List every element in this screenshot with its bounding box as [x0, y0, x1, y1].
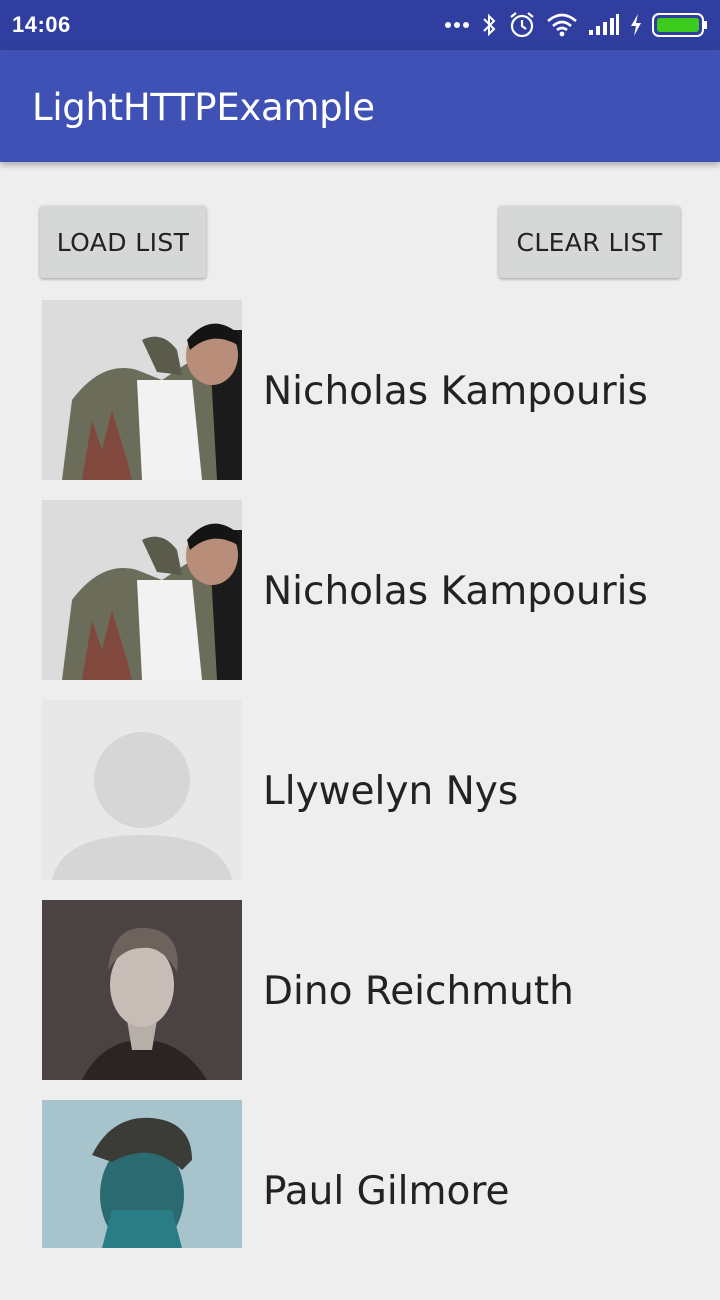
- battery-icon: [652, 13, 708, 37]
- list-item[interactable]: Nicholas Kampouris: [42, 500, 682, 680]
- list-item-name: Nicholas Kampouris: [263, 569, 648, 614]
- list-item[interactable]: Nicholas Kampouris: [42, 300, 682, 480]
- alarm-icon: [508, 11, 536, 39]
- clear-list-button[interactable]: CLEAR LIST: [499, 206, 680, 278]
- list-item[interactable]: Paul Gilmore: [42, 1100, 682, 1280]
- app-bar: LightHTTPExample: [0, 50, 720, 162]
- status-icons: [444, 10, 708, 40]
- charging-icon: [630, 14, 642, 36]
- avatar: [42, 1100, 242, 1248]
- status-time: 14:06: [12, 12, 71, 37]
- load-list-button[interactable]: LOAD LIST: [40, 206, 206, 278]
- list-item-name: Dino Reichmuth: [263, 969, 574, 1014]
- avatar: [42, 500, 242, 680]
- list-item-name: Paul Gilmore: [263, 1169, 510, 1214]
- user-list[interactable]: Nicholas Kampouris Nicholas Kampouris Ll…: [42, 300, 682, 1300]
- avatar: [42, 700, 242, 880]
- avatar: [42, 300, 242, 480]
- list-item[interactable]: Llywelyn Nys: [42, 700, 682, 880]
- signal-icon: [588, 14, 620, 36]
- status-bar: 14:06: [0, 0, 720, 50]
- avatar: [42, 900, 242, 1080]
- list-item[interactable]: Dino Reichmuth: [42, 900, 682, 1080]
- bluetooth-icon: [480, 12, 498, 38]
- more-dots-icon: [444, 21, 470, 29]
- app-title: LightHTTPExample: [32, 86, 375, 129]
- list-item-name: Nicholas Kampouris: [263, 369, 648, 414]
- list-item-name: Llywelyn Nys: [263, 769, 519, 814]
- wifi-icon: [546, 13, 578, 37]
